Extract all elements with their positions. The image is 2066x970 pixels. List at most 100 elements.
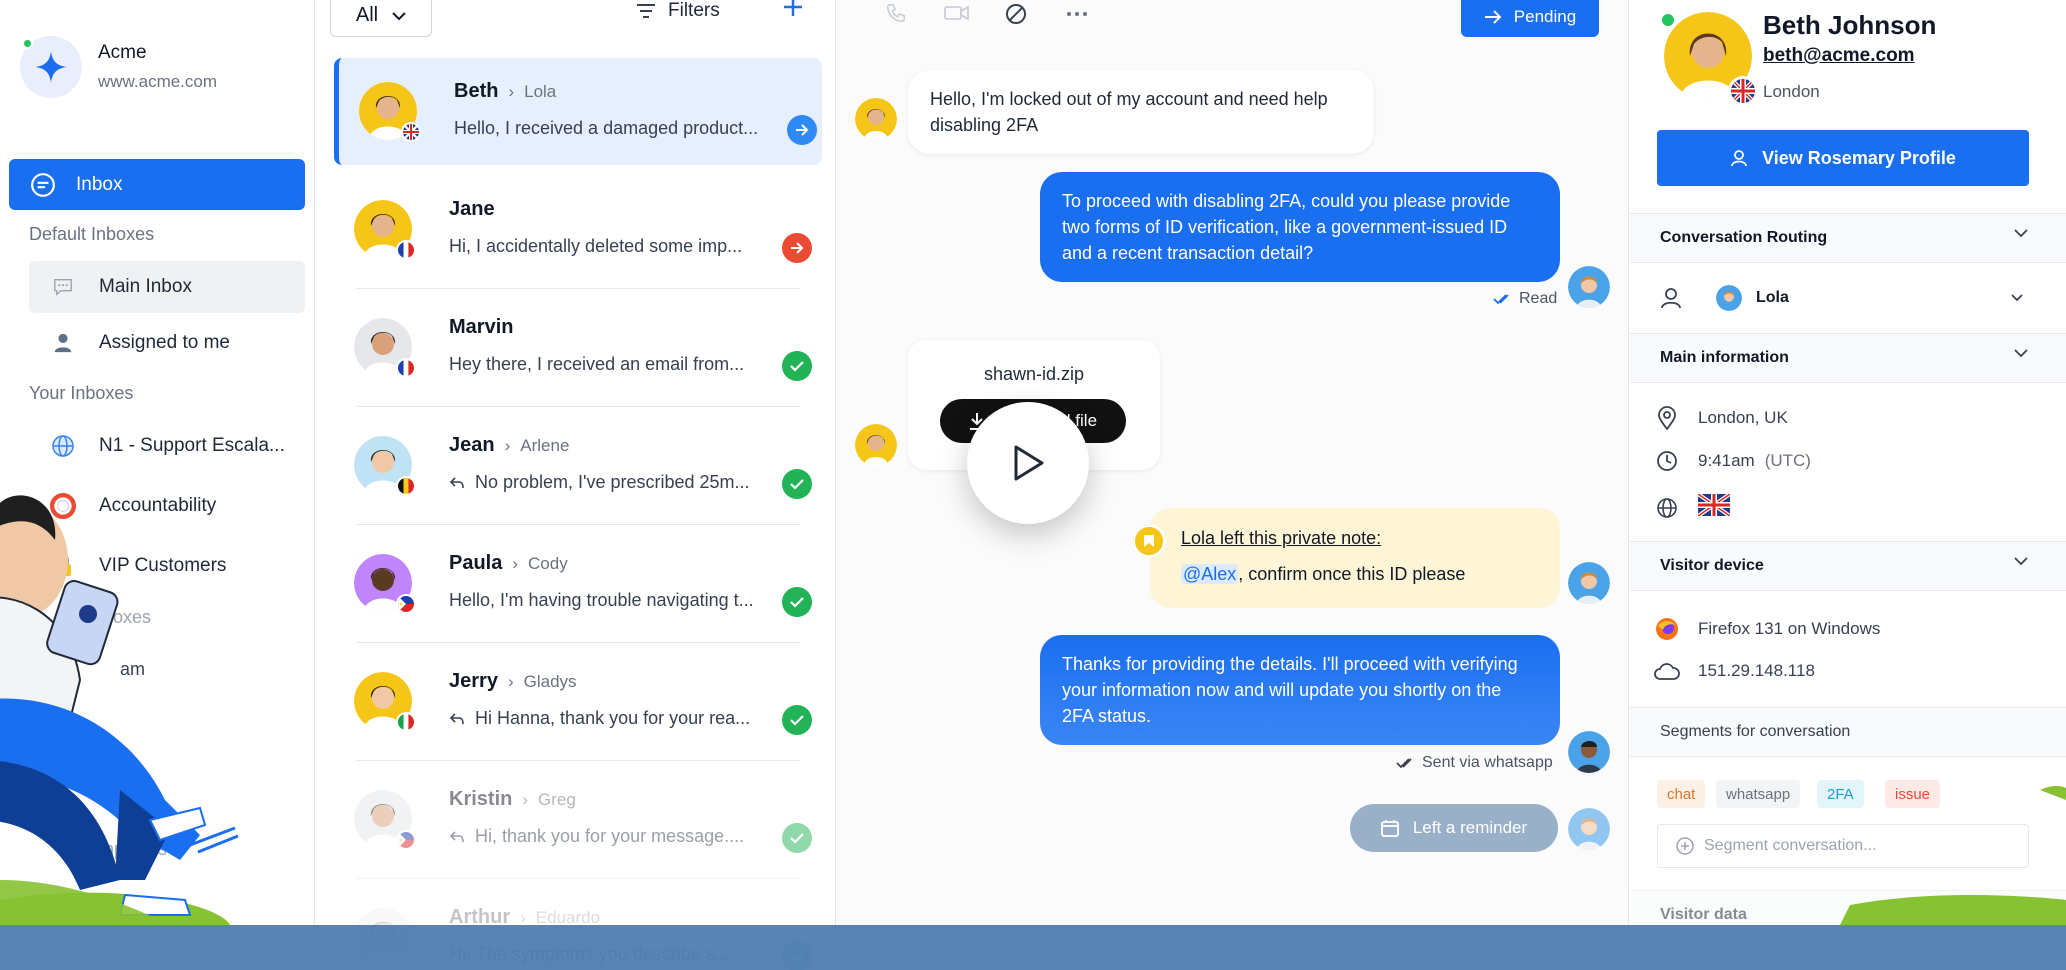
globe-icon bbox=[49, 434, 77, 458]
sidebar-item-assigned-to-me[interactable]: Assigned to me bbox=[29, 317, 305, 369]
divider bbox=[356, 288, 800, 289]
conversation-item[interactable]: Jean › Arlene No problem, I've prescribed 2… bbox=[334, 412, 822, 525]
file-name: shawn-id.zip bbox=[983, 364, 1085, 384]
sidebar-item-label: VIP Customers bbox=[99, 555, 227, 576]
view-profile-button[interactable]: View Rosemary Profile bbox=[1657, 130, 2029, 186]
note-text: , confirm once this ID please bbox=[1238, 564, 1466, 584]
play-video-button[interactable] bbox=[967, 402, 1089, 524]
sidebar-item-campaigns[interactable]: Campaigns bbox=[76, 839, 167, 860]
conversation-item[interactable]: Jane Hi, I accidentally deleted some imp.… bbox=[334, 176, 822, 289]
assigned-agent: Cody bbox=[528, 553, 568, 573]
conversation-item[interactable]: Beth › Lola Hello, I received a damaged pro… bbox=[334, 58, 822, 165]
sidebar-item-main-inbox[interactable]: Main Inbox bbox=[29, 261, 305, 313]
sidebar-item-n1-support[interactable]: N1 - Support Escala... bbox=[29, 420, 305, 472]
user-outline-icon bbox=[1661, 288, 1681, 309]
assigned-agent: Greg bbox=[538, 789, 576, 809]
clock-icon bbox=[1654, 450, 1680, 472]
reply-icon bbox=[449, 830, 464, 842]
sparkle-icon bbox=[35, 51, 67, 83]
sidebar-partial-label: oxes bbox=[113, 607, 152, 627]
sidebar-partial-label: am bbox=[120, 659, 146, 679]
pending-button[interactable]: Pending bbox=[1461, 0, 1599, 37]
customer-details: Beth Johnson beth@acme.com London View R… bbox=[1630, 0, 2066, 970]
uk-flag-icon bbox=[1728, 76, 1758, 106]
contact-avatar bbox=[354, 436, 416, 496]
filter-select[interactable]: All bbox=[330, 0, 432, 37]
video-button[interactable] bbox=[944, 2, 970, 29]
more-button[interactable] bbox=[1066, 6, 1088, 24]
filters-button[interactable]: Filters bbox=[636, 0, 720, 22]
main-info-title: Main information bbox=[1660, 349, 1789, 366]
message-outgoing: Thanks for providing the details. I'll p… bbox=[1040, 635, 1560, 745]
bookmark-icon bbox=[1132, 524, 1166, 558]
contact-name: Paula bbox=[449, 552, 503, 574]
arrow-right-icon bbox=[1484, 9, 1502, 24]
double-check-icon bbox=[1396, 758, 1412, 769]
note-mention[interactable]: @Alex bbox=[1181, 564, 1239, 584]
chevron-down-icon bbox=[2014, 557, 2028, 566]
language-row bbox=[1654, 492, 1732, 521]
lifebuoy-icon bbox=[49, 493, 77, 519]
sidebar-item-label: Accountability bbox=[99, 495, 217, 516]
fr-flag-icon bbox=[396, 358, 416, 378]
chat-panel: Pending Hello, I'm locked out of my acco… bbox=[837, 0, 1629, 970]
ph-flag-icon bbox=[396, 830, 416, 850]
conversation-item[interactable]: Kristin › Greg Hi, thank you for your messa… bbox=[334, 766, 822, 879]
agent-avatar bbox=[1568, 731, 1610, 773]
resolved-status-icon bbox=[782, 705, 812, 735]
customer-email[interactable]: beth@acme.com bbox=[1763, 45, 1915, 67]
message-preview: Hi Hanna, thank you for your rea... bbox=[475, 708, 751, 728]
divider bbox=[356, 878, 800, 879]
chat-icon bbox=[31, 172, 55, 197]
segments-section-header: Segments for conversation bbox=[1630, 707, 2066, 757]
segment-tag[interactable]: whatsapp bbox=[1716, 780, 1801, 808]
message-preview: Hello, I'm having trouble navigating t..… bbox=[449, 590, 754, 610]
uk-flag-icon bbox=[1696, 492, 1732, 521]
conversation-item[interactable]: Jerry › Gladys Hi Hanna, thank you for your… bbox=[334, 648, 822, 761]
reminder-button[interactable]: Left a reminder bbox=[1350, 804, 1558, 852]
block-icon bbox=[1006, 4, 1026, 24]
resolved-status-icon bbox=[782, 469, 812, 499]
phone-button[interactable] bbox=[885, 2, 907, 29]
divider bbox=[356, 760, 800, 761]
browser-row: Firefox 131 on Windows bbox=[1654, 617, 1880, 641]
chevron-right-icon: › bbox=[522, 789, 529, 809]
routing-section-header[interactable]: Conversation Routing bbox=[1630, 213, 2066, 263]
new-conversation-button[interactable] bbox=[782, 0, 804, 23]
reply-icon bbox=[449, 476, 464, 488]
segment-tag[interactable]: chat bbox=[1657, 780, 1706, 808]
your-inboxes-heading: Your Inboxes bbox=[29, 383, 134, 403]
segment-tag[interactable]: issue bbox=[1885, 780, 1941, 808]
divider bbox=[356, 524, 800, 525]
message-preview: Hi, I accidentally deleted some imp... bbox=[449, 236, 743, 256]
sidebar-item-vip-customers[interactable]: VIP Customers bbox=[29, 540, 305, 592]
user-icon bbox=[1731, 150, 1748, 167]
routing-agent-name: Lola bbox=[1756, 289, 1789, 306]
segments-title: Segments for conversation bbox=[1660, 723, 1851, 740]
segment-placeholder: Segment conversation... bbox=[1704, 837, 1877, 854]
reply-icon bbox=[449, 712, 464, 724]
segment-tag[interactable]: 2FA bbox=[1817, 780, 1864, 808]
firefox-icon bbox=[1654, 617, 1680, 641]
routing-agent-select[interactable]: Lola bbox=[1660, 280, 2030, 316]
routing-title: Conversation Routing bbox=[1660, 229, 1828, 246]
main-info-section-header[interactable]: Main information bbox=[1630, 333, 2066, 383]
chevron-down-icon bbox=[2014, 349, 2028, 358]
conversation-item[interactable]: Marvin Hey there, I received an email fro… bbox=[334, 294, 822, 407]
visitor-data-section-header[interactable]: Visitor data bbox=[1630, 890, 2066, 940]
device-title: Visitor device bbox=[1660, 557, 1764, 574]
conversation-item[interactable]: Arthur › Eduardo Hi, The symptoms you descr… bbox=[334, 884, 822, 970]
brand-logo[interactable] bbox=[20, 36, 82, 98]
device-section-header[interactable]: Visitor device bbox=[1630, 541, 2066, 591]
filter-select-value: All bbox=[355, 4, 379, 26]
conversation-item[interactable]: Paula › Cody Hello, I'm having trouble navi… bbox=[334, 530, 822, 643]
sidebar-item-label: N1 - Support Escala... bbox=[99, 435, 285, 456]
nav-inbox[interactable]: Inbox bbox=[9, 159, 305, 210]
segment-input[interactable]: Segment conversation... bbox=[1657, 824, 2029, 868]
ip-value: 151.29.148.118 bbox=[1698, 661, 1815, 680]
time-row: 9:41am (UTC) bbox=[1654, 450, 1811, 472]
sidebar-item-accountability[interactable]: Accountability bbox=[29, 480, 305, 532]
chevron-right-icon: › bbox=[504, 435, 511, 455]
block-button[interactable] bbox=[1004, 2, 1028, 31]
chevron-down-icon bbox=[392, 11, 406, 20]
